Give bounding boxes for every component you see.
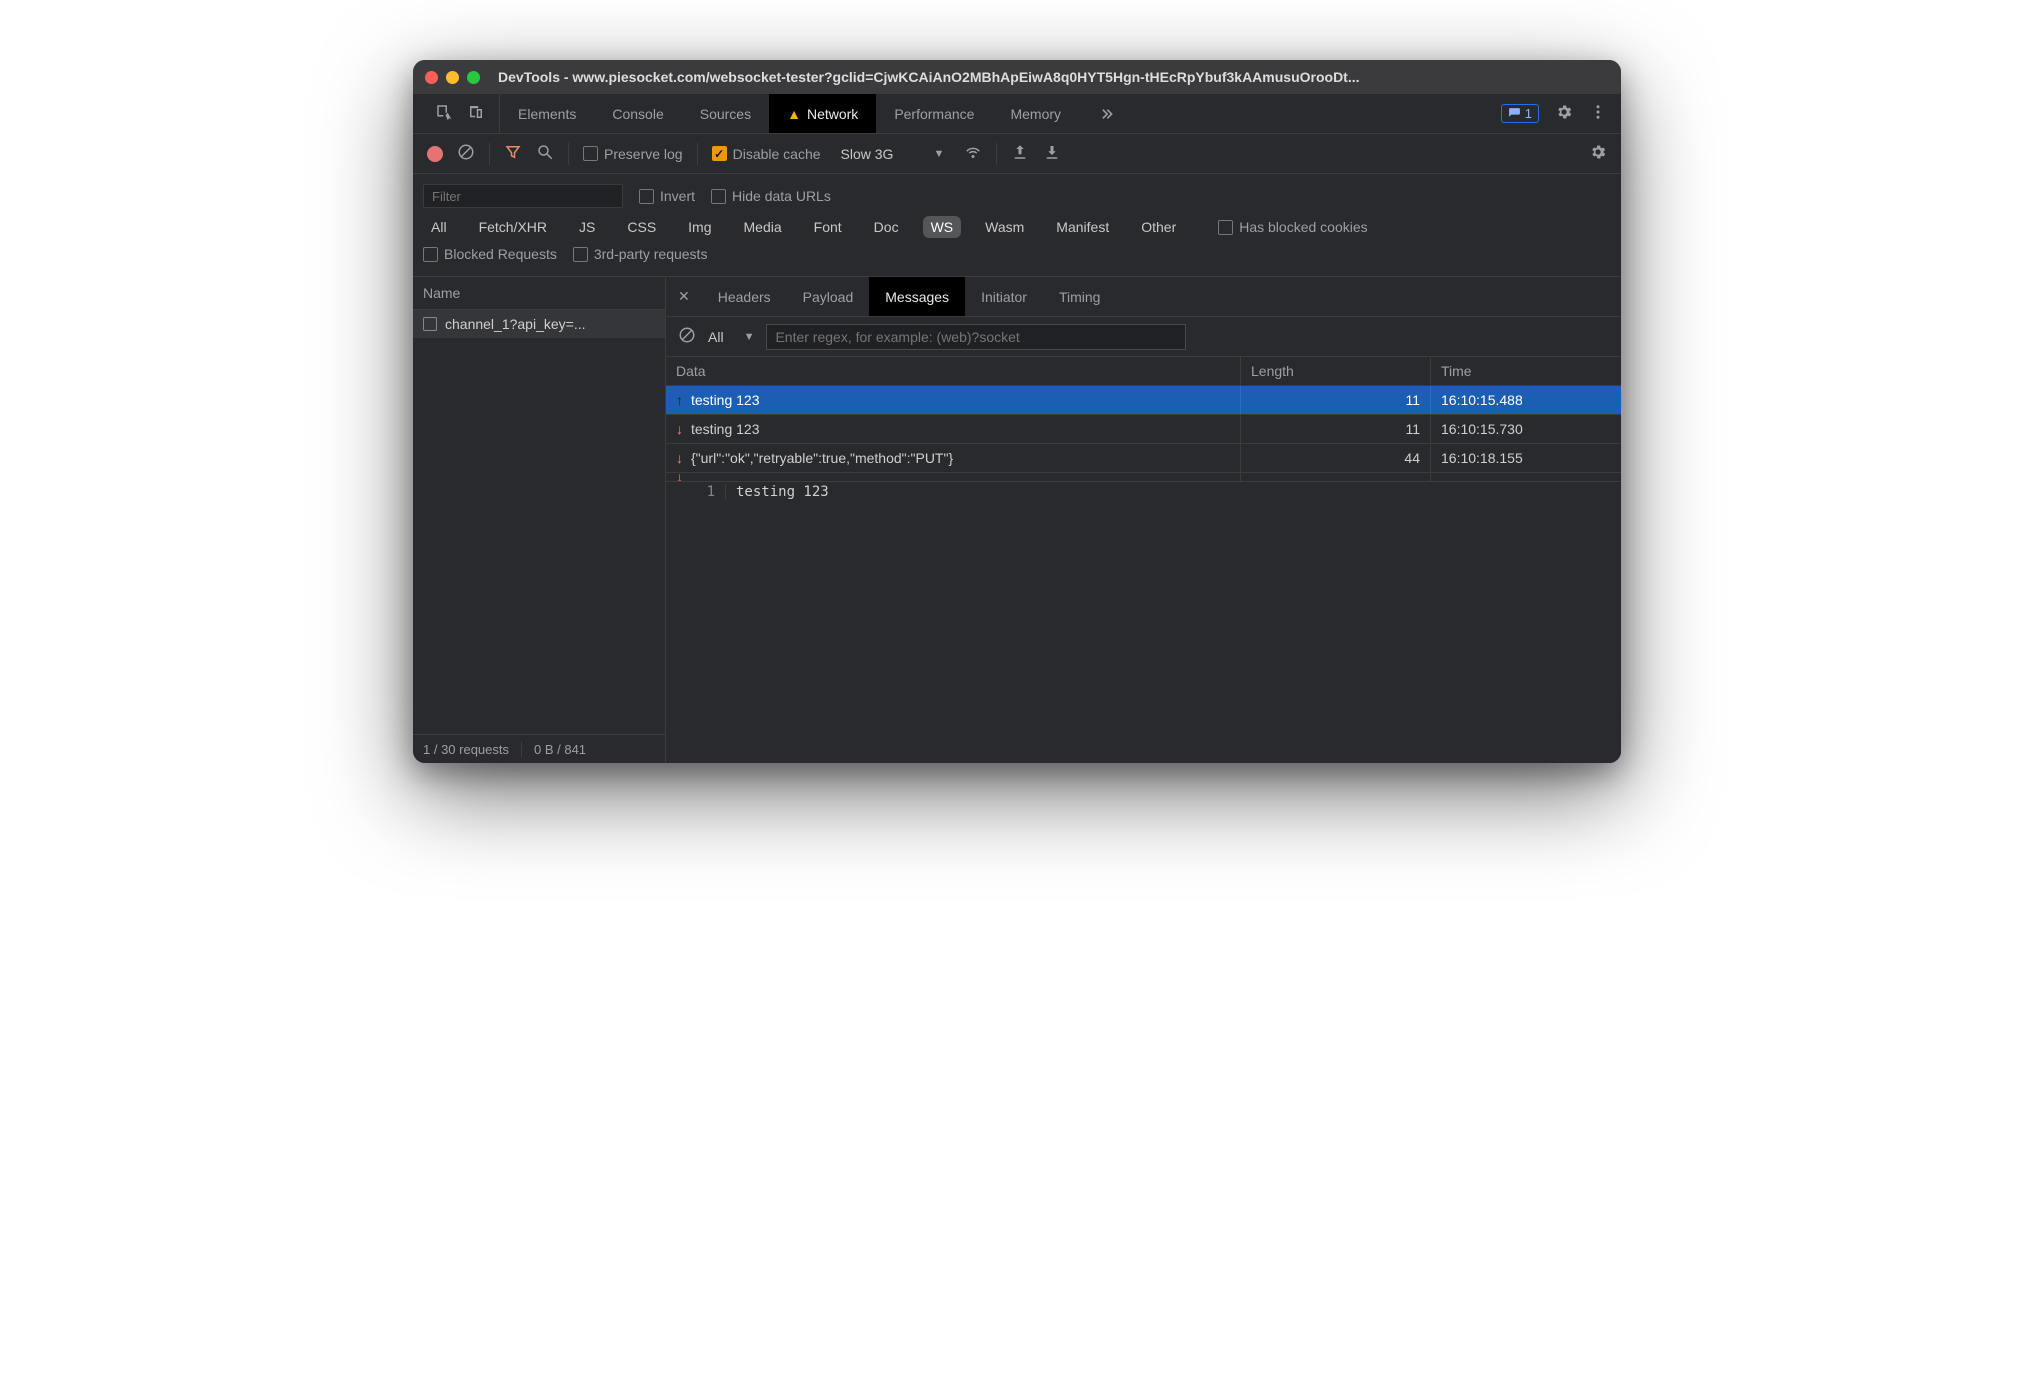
issues-badge[interactable]: 1 [1501, 104, 1539, 123]
received-arrow-icon: ↓ [676, 473, 683, 481]
type-css[interactable]: CSS [619, 216, 664, 238]
type-manifest[interactable]: Manifest [1048, 216, 1117, 238]
titlebar[interactable]: DevTools - www.piesocket.com/websocket-t… [413, 60, 1621, 94]
status-bar: 1 / 30 requests 0 B / 841 [413, 734, 665, 763]
name-column-header[interactable]: Name [413, 277, 665, 310]
zoom-window-button[interactable] [467, 71, 480, 84]
issues-count: 1 [1525, 106, 1532, 121]
detail-tab-messages[interactable]: Messages [869, 277, 965, 316]
devtools-window: DevTools - www.piesocket.com/websocket-t… [413, 60, 1621, 763]
more-options-icon[interactable] [1589, 103, 1607, 124]
window-title: DevTools - www.piesocket.com/websocket-t… [498, 69, 1360, 85]
tab-elements[interactable]: Elements [500, 94, 594, 133]
inspect-element-icon[interactable] [435, 103, 453, 124]
has-blocked-cookies-checkbox[interactable]: Has blocked cookies [1218, 219, 1367, 235]
length-column-header[interactable]: Length [1241, 357, 1431, 385]
detail-tab-initiator[interactable]: Initiator [965, 277, 1043, 316]
data-column-header[interactable]: Data [666, 357, 1241, 385]
time-column-header[interactable]: Time [1431, 357, 1621, 385]
tabs-overflow-button[interactable] [1079, 94, 1133, 133]
minimize-window-button[interactable] [446, 71, 459, 84]
device-toolbar-icon[interactable] [467, 103, 485, 124]
detail-pane: ✕ Headers Payload Messages Initiator Tim… [666, 277, 1621, 763]
record-button[interactable] [427, 146, 443, 162]
type-media[interactable]: Media [736, 216, 790, 238]
received-arrow-icon: ↓ [676, 451, 683, 465]
messages-table: Data Length Time ↑testing 123 11 16:10:1… [666, 357, 1621, 482]
type-wasm[interactable]: Wasm [977, 216, 1032, 238]
type-font[interactable]: Font [806, 216, 850, 238]
message-preview: 1 testing 123 [666, 482, 1621, 763]
type-other[interactable]: Other [1133, 216, 1184, 238]
detail-tab-payload[interactable]: Payload [787, 277, 870, 316]
preview-line-number: 1 [666, 484, 726, 500]
main-tabs: Elements Console Sources ▲ Network Perfo… [500, 94, 1133, 133]
network-conditions-icon[interactable] [964, 143, 982, 164]
hide-data-urls-checkbox[interactable]: Hide data URLs [711, 188, 831, 204]
search-icon[interactable] [536, 143, 554, 164]
messages-header-row: Data Length Time [666, 357, 1621, 386]
message-row[interactable]: ↓{"url":"ok","retryable":true,"method":"… [666, 444, 1621, 473]
preview-content: testing 123 [726, 484, 829, 500]
request-name: channel_1?api_key=... [445, 316, 586, 332]
tab-memory[interactable]: Memory [992, 94, 1079, 133]
disable-cache-checkbox[interactable]: Disable cache [712, 146, 821, 162]
tab-network[interactable]: ▲ Network [769, 94, 876, 133]
network-settings-icon[interactable] [1589, 143, 1607, 164]
filter-input[interactable] [423, 184, 623, 208]
request-list: Name channel_1?api_key=... 1 / 30 reques… [413, 277, 666, 763]
warning-icon: ▲ [787, 106, 801, 122]
invert-checkbox[interactable]: Invert [639, 188, 695, 204]
download-har-icon[interactable] [1043, 143, 1061, 164]
message-direction-dropdown[interactable]: All▼ [708, 329, 754, 345]
blocked-requests-checkbox[interactable]: Blocked Requests [423, 246, 557, 262]
upload-har-icon[interactable] [1011, 143, 1029, 164]
request-checkbox[interactable] [423, 317, 437, 331]
message-row[interactable]: ↓testing 123 11 16:10:15.730 [666, 415, 1621, 444]
throttling-dropdown[interactable]: Slow 3G▼ [835, 146, 951, 162]
third-party-checkbox[interactable]: 3rd-party requests [573, 246, 708, 262]
transfer-size: 0 B / 841 [534, 742, 586, 757]
filter-bar: Invert Hide data URLs All Fetch/XHR JS C… [413, 174, 1621, 277]
detail-tab-headers[interactable]: Headers [702, 277, 787, 316]
settings-icon[interactable] [1555, 103, 1573, 124]
type-doc[interactable]: Doc [866, 216, 907, 238]
tab-performance[interactable]: Performance [876, 94, 992, 133]
network-toolbar: Preserve log Disable cache Slow 3G▼ [413, 134, 1621, 174]
type-js[interactable]: JS [571, 216, 603, 238]
close-detail-icon[interactable]: ✕ [666, 277, 702, 316]
request-row[interactable]: channel_1?api_key=... [413, 310, 665, 338]
sent-arrow-icon: ↑ [676, 393, 683, 407]
received-arrow-icon: ↓ [676, 422, 683, 436]
tab-console[interactable]: Console [594, 94, 681, 133]
type-ws[interactable]: WS [923, 216, 962, 238]
clear-messages-icon[interactable] [678, 326, 696, 347]
message-row-cutoff: ↓ [666, 473, 1621, 481]
close-window-button[interactable] [425, 71, 438, 84]
traffic-lights [425, 71, 480, 84]
tab-sources[interactable]: Sources [682, 94, 769, 133]
requests-count: 1 / 30 requests [423, 742, 509, 757]
filter-icon[interactable] [504, 143, 522, 164]
type-img[interactable]: Img [680, 216, 719, 238]
clear-icon[interactable] [457, 143, 475, 164]
type-all[interactable]: All [423, 216, 455, 238]
main-tab-strip: Elements Console Sources ▲ Network Perfo… [413, 94, 1621, 134]
type-fetch-xhr[interactable]: Fetch/XHR [471, 216, 555, 238]
preserve-log-checkbox[interactable]: Preserve log [583, 146, 683, 162]
resource-type-filters: All Fetch/XHR JS CSS Img Media Font Doc … [423, 212, 1611, 242]
message-filter-input[interactable] [766, 324, 1186, 350]
message-row[interactable]: ↑testing 123 11 16:10:15.488 [666, 386, 1621, 415]
messages-toolbar: All▼ [666, 317, 1621, 357]
detail-tab-strip: ✕ Headers Payload Messages Initiator Tim… [666, 277, 1621, 317]
detail-tab-timing[interactable]: Timing [1043, 277, 1117, 316]
